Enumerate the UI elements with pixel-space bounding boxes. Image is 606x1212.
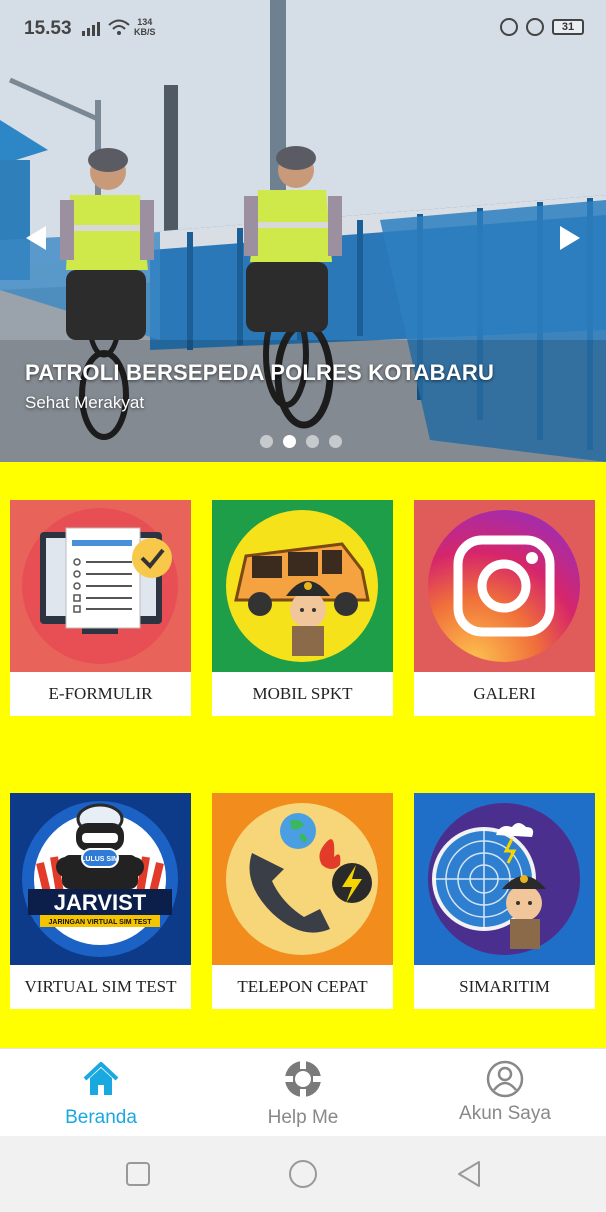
carousel-dot-active[interactable] (283, 435, 296, 448)
carousel-indicator (260, 435, 342, 448)
alarm-icon (526, 18, 544, 36)
carousel-dot[interactable] (260, 435, 273, 448)
carousel-dot[interactable] (329, 435, 342, 448)
instagram-icon (414, 500, 595, 672)
menu-tile-label: VIRTUAL SIM TEST (24, 977, 177, 996)
banner-subtitle: Sehat Merakyat (25, 393, 145, 412)
network-speed: 134 KB/S (134, 17, 156, 37)
nav-label: Beranda (65, 1107, 137, 1128)
form-checklist-icon (10, 500, 191, 672)
rotation-lock-icon (500, 18, 518, 36)
carousel-next-button[interactable] (560, 226, 580, 250)
battery-icon: 31 (552, 19, 584, 35)
system-navigation-bar (0, 1136, 606, 1212)
nav-help-me[interactable]: Help Me (202, 1049, 404, 1137)
menu-tile-simaritim[interactable]: SIMARITIM (414, 793, 595, 1009)
banner-carousel[interactable]: 15.53 134 KB/S 31 PATROLI BERSEPEDA POLR… (0, 0, 606, 462)
menu-tile-mobil-spkt[interactable]: MOBIL SPKT (212, 500, 393, 716)
recent-apps-icon[interactable] (126, 1162, 150, 1186)
menu-tile-label: E-FORMULIR (48, 684, 153, 703)
svg-text:JARVIST: JARVIST (54, 890, 147, 915)
carousel-dot[interactable] (306, 435, 319, 448)
police-car-icon (212, 500, 393, 672)
menu-tile-galeri[interactable]: GALERI (414, 500, 595, 716)
menu-tile-virtual-sim-test[interactable]: LULUS SIM JARVIST JARINGAN VIRTUAL SIM T… (10, 793, 191, 1009)
menu-tile-label: SIMARITIM (459, 977, 550, 996)
home-icon (83, 1062, 119, 1095)
status-time: 15.53 (24, 18, 72, 39)
menu-tile-e-formulir[interactable]: E-FORMULIR (10, 500, 191, 716)
svg-text:LULUS SIM: LULUS SIM (81, 856, 119, 863)
menu-tile-label: GALERI (473, 684, 536, 703)
banner-title: PATROLI BERSEPEDA POLRES KOTABARU (25, 360, 495, 385)
menu-tile-label: MOBIL SPKT (252, 684, 353, 703)
wifi-icon (108, 19, 130, 35)
bottom-navigation: Beranda Help Me Akun Saya (0, 1048, 606, 1136)
svg-text:JARINGAN VIRTUAL SIM TEST: JARINGAN VIRTUAL SIM TEST (49, 919, 153, 926)
home-button-icon[interactable] (288, 1159, 318, 1189)
menu-tile-telepon-cepat[interactable]: TELEPON CEPAT (212, 793, 393, 1009)
back-icon[interactable] (456, 1160, 482, 1188)
nav-akun-saya[interactable]: Akun Saya (404, 1049, 606, 1137)
carousel-prev-button[interactable] (26, 226, 46, 250)
menu-tile-label: TELEPON CEPAT (237, 977, 368, 996)
nav-beranda[interactable]: Beranda (0, 1049, 202, 1137)
phone-emergency-icon (212, 793, 393, 965)
nav-label: Help Me (267, 1107, 339, 1128)
nav-label: Akun Saya (459, 1103, 551, 1124)
radar-weather-icon (414, 793, 595, 965)
signal-icon (82, 22, 100, 36)
user-icon (486, 1060, 524, 1098)
status-bar: 15.53 134 KB/S 31 (0, 0, 606, 60)
jarvist-icon: LULUS SIM JARVIST JARINGAN VIRTUAL SIM T… (10, 793, 191, 965)
lifebuoy-icon (285, 1061, 321, 1097)
